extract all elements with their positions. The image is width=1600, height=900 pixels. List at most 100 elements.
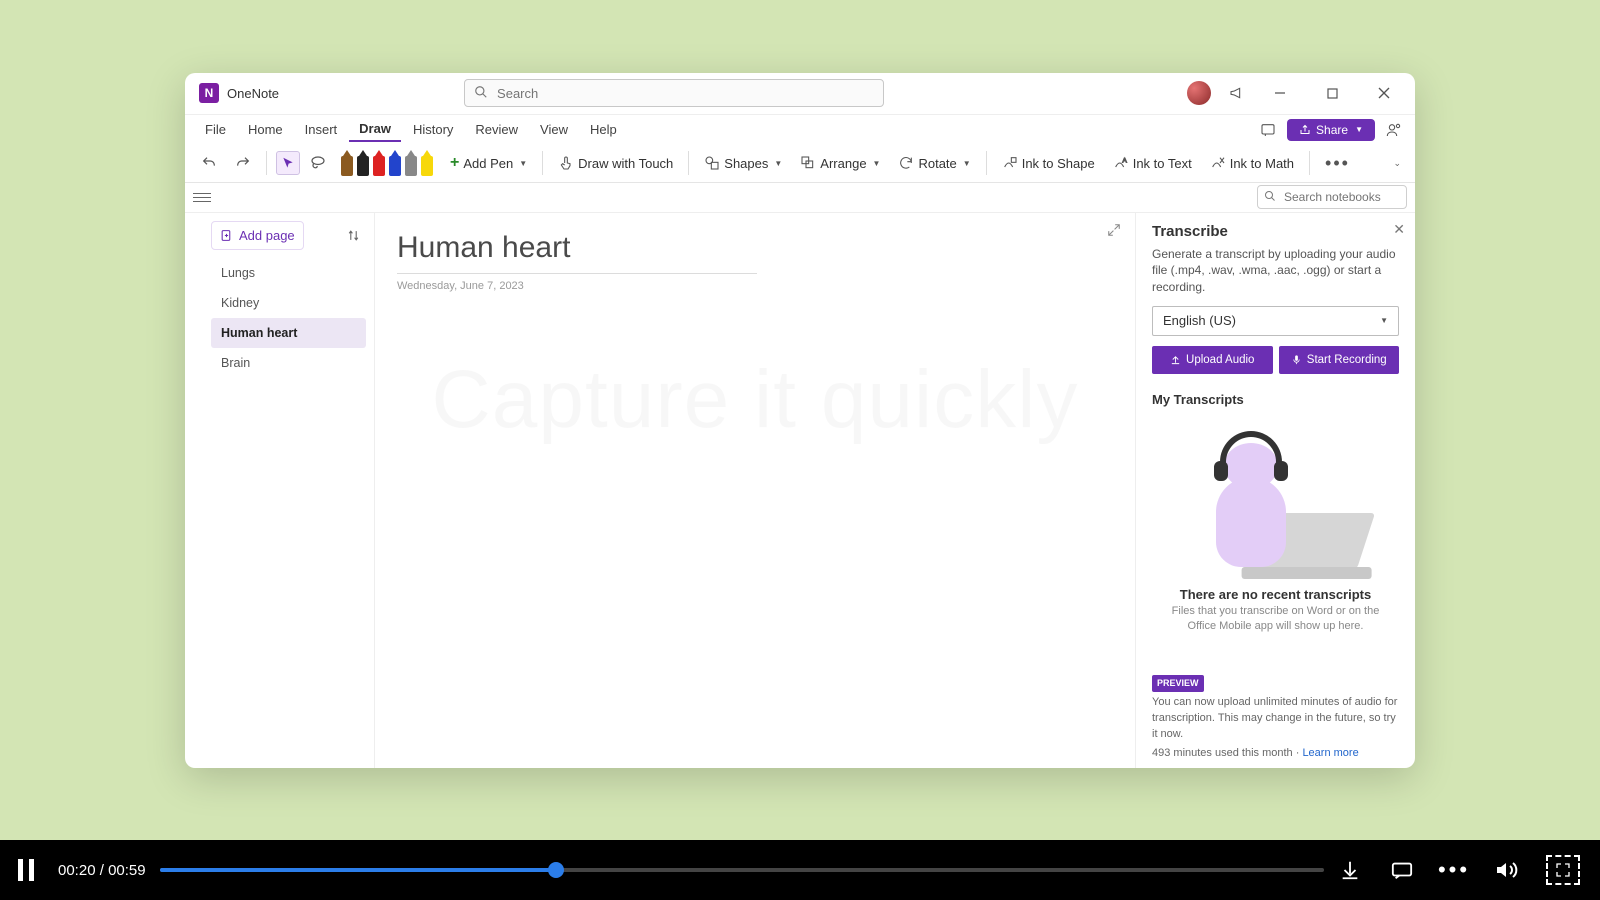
page-item[interactable]: Human heart [211,318,366,348]
close-button[interactable] [1367,79,1401,107]
add-page-button[interactable]: Add page [211,221,304,250]
menu-history[interactable]: History [403,118,463,141]
chevron-down-icon: ▼ [1355,125,1363,134]
undo-icon [201,155,217,171]
share-icon [1299,124,1311,136]
titlebar: N OneNote [185,73,1415,115]
upload-label: Upload Audio [1186,354,1254,366]
expand-canvas-button[interactable] [1107,223,1121,237]
pen-brown[interactable] [340,150,354,176]
undo-button[interactable] [195,149,223,177]
transcribe-panel: ✕ Transcribe Generate a transcript by up… [1135,213,1415,768]
pen-highlighter[interactable] [420,150,434,176]
transcribe-title: Transcribe [1152,223,1399,240]
ink-shape-button[interactable]: Ink to Shape [996,149,1101,177]
chevron-down-icon: ▼ [519,159,527,168]
total-time: 00:59 [108,862,146,879]
editing-mode-icon[interactable] [1257,119,1279,141]
page-title[interactable]: Human heart [397,231,757,274]
arrange-button[interactable]: Arrange ▼ [794,149,886,177]
more-commands-button[interactable]: ••• [1319,153,1356,174]
empty-state-illustration [1176,427,1376,577]
mic-icon [1291,354,1302,365]
redo-button[interactable] [229,149,257,177]
minutes-used: 493 minutes used this month [1152,747,1293,759]
fullscreen-button[interactable] [1546,855,1580,885]
rotate-button[interactable]: Rotate ▼ [892,149,976,177]
share-label: Share [1316,123,1348,137]
start-recording-button[interactable]: Start Recording [1279,346,1400,374]
ink-text-button[interactable]: A Ink to Text [1107,149,1198,177]
ink-math-button[interactable]: Ink to Math [1204,149,1300,177]
play-pause-button[interactable] [14,858,38,882]
ink-text-label: Ink to Text [1133,156,1192,171]
pen-black[interactable] [356,150,370,176]
divider [688,151,689,175]
transcribe-description: Generate a transcript by uploading your … [1152,246,1399,296]
menu-review[interactable]: Review [465,118,528,141]
upload-icon [1170,354,1181,365]
copilot-icon[interactable] [1383,119,1405,141]
body: Add page Lungs Kidney Human heart Brain … [185,213,1415,768]
ink-shape-icon [1002,155,1018,171]
add-pen-button[interactable]: + Add Pen ▼ [444,149,533,177]
menu-draw[interactable]: Draw [349,117,401,142]
maximize-button[interactable] [1315,79,1349,107]
lasso-tool[interactable] [306,151,330,175]
page-canvas[interactable]: Human heart Wednesday, June 7, 2023 Capt… [375,213,1135,768]
expand-icon [1107,223,1121,237]
menu-file[interactable]: File [195,118,236,141]
nav-toggle-button[interactable] [193,190,211,205]
close-panel-button[interactable]: ✕ [1393,221,1405,238]
share-button[interactable]: Share ▼ [1287,119,1375,141]
ink-math-label: Ink to Math [1230,156,1294,171]
preview-badge: PREVIEW [1152,675,1204,692]
page-date: Wednesday, June 7, 2023 [397,280,1113,292]
menu-view[interactable]: View [530,118,578,141]
pen-red[interactable] [372,150,386,176]
pen-blue[interactable] [388,150,402,176]
cursor-icon [281,156,295,170]
shapes-button[interactable]: Shapes ▼ [698,149,788,177]
divider [1309,151,1310,175]
app-logo-icon: N [199,83,219,103]
menu-help[interactable]: Help [580,118,627,141]
notebook-search-input[interactable] [1257,185,1407,209]
captions-button[interactable] [1390,858,1414,882]
pages-panel: Add page Lungs Kidney Human heart Brain [203,213,375,768]
divider [986,151,987,175]
draw-touch-button[interactable]: Draw with Touch [552,149,679,177]
upload-audio-button[interactable]: Upload Audio [1152,346,1273,374]
learn-more-link[interactable]: Learn more [1302,747,1358,759]
more-options-button[interactable]: ••• [1442,858,1466,882]
divider [542,151,543,175]
draw-touch-label: Draw with Touch [578,156,673,171]
search-input[interactable] [464,79,884,107]
progress-bar[interactable] [160,868,1324,872]
page-item[interactable]: Kidney [211,288,366,318]
page-item[interactable]: Brain [211,348,366,378]
language-select[interactable]: English (US) ▼ [1152,306,1399,336]
rotate-icon [898,155,914,171]
draw-ribbon: + Add Pen ▼ Draw with Touch Shapes ▼ Arr… [185,145,1415,183]
collapse-ribbon-button[interactable]: ⌄ [1389,154,1405,173]
megaphone-icon[interactable] [1229,85,1245,101]
page-item[interactable]: Lungs [211,258,366,288]
add-page-icon [220,229,233,242]
rotate-label: Rotate [918,156,956,171]
progress-thumb[interactable] [548,862,564,878]
user-avatar[interactable] [1187,81,1211,105]
download-button[interactable] [1338,858,1362,882]
menu-home[interactable]: Home [238,118,293,141]
pen-grey[interactable] [404,150,418,176]
volume-button[interactable] [1494,858,1518,882]
search-field[interactable] [464,79,884,107]
selection-tool[interactable] [276,151,300,175]
notebook-search[interactable] [1257,185,1407,209]
sort-pages-button[interactable] [341,223,366,248]
pen-gallery [340,150,434,176]
minimize-button[interactable] [1263,79,1297,107]
language-value: English (US) [1163,313,1236,328]
ink-text-icon: A [1113,155,1129,171]
menu-insert[interactable]: Insert [295,118,348,141]
